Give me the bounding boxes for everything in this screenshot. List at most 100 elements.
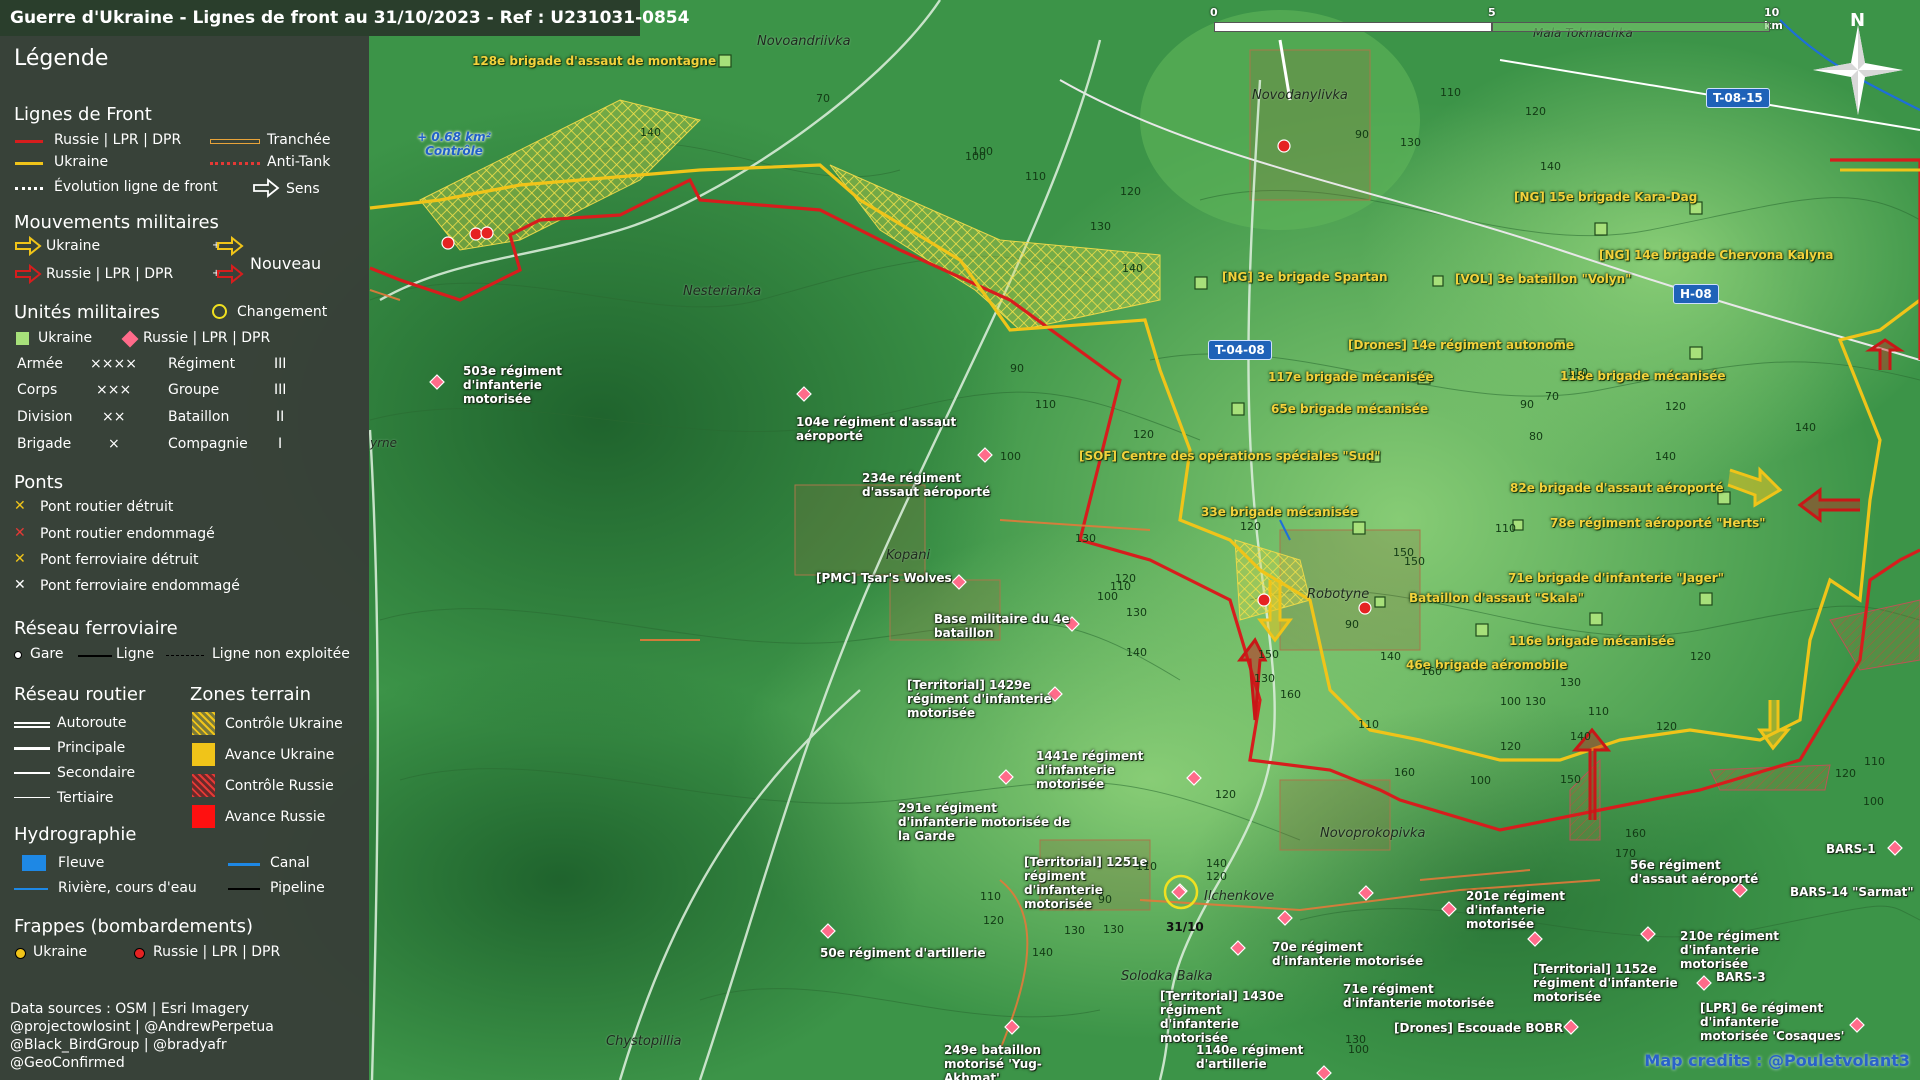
ru-unit-label[interactable]: Base militaire du 4e bataillon (934, 612, 1074, 640)
legend-russia-line-label: Russie | LPR | DPR (54, 132, 182, 148)
elevation-label: 100 (965, 150, 986, 163)
rail-line-icon (78, 655, 112, 657)
ru-unit-label[interactable]: 1441e régiment d'infanterie motorisée (1036, 749, 1186, 791)
legend-unit-ukraine-label: Ukraine (38, 330, 93, 346)
river-icon (14, 888, 48, 890)
road-secondary-icon (14, 772, 50, 774)
legend-evolution-icon (15, 187, 43, 190)
legend-antitank-icon (210, 162, 260, 165)
ru-unit-label[interactable]: 71e régiment d'infanterie motorisée (1343, 982, 1513, 1010)
ua-unit-label[interactable]: 117e brigade mécanisée (1268, 370, 1434, 384)
data-sources: Data sources : OSM | Esri Imagery @proje… (10, 1000, 274, 1072)
ru-unit-label[interactable]: [Territorial] 1152e régiment d'infanteri… (1533, 962, 1683, 1004)
legend-hydro-label: Fleuve (58, 855, 105, 871)
legend-ukraine-line-icon (15, 162, 43, 165)
legend-evolution-label: Évolution ligne de front (54, 179, 218, 195)
elevation-label: 110 (1136, 860, 1157, 873)
ua-unit-label[interactable]: [SOF] Centre des opérations spéciales "S… (1079, 449, 1381, 463)
ua-unit-label[interactable]: [NG] 14e brigade Chervona Kalyna (1599, 248, 1834, 262)
ua-unit-label[interactable]: 82e brigade d'assaut aéroporté (1510, 481, 1723, 495)
rail-unused-icon (166, 655, 204, 656)
ru-unit-label[interactable]: BARS-1 (1826, 842, 1876, 856)
road-badge: T-08-15 (1706, 88, 1770, 108)
elevation-label: 140 (1122, 262, 1143, 275)
echelon-symbol: ×××× (90, 356, 137, 372)
ru-unit-label[interactable]: BARS-3 (1716, 970, 1766, 984)
legend-bridges-heading: Ponts (14, 472, 64, 493)
legend-road-label: Tertiaire (57, 790, 114, 806)
ru-unit-label[interactable]: 104e régiment d'assaut aéroporté (796, 415, 966, 443)
ua-unit-label[interactable]: Bataillon d'assaut "Skala" (1409, 591, 1584, 605)
ru-unit-label[interactable]: BARS-14 "Sarmat" (1790, 885, 1914, 899)
ua-unit-label[interactable]: 65e brigade mécanisée (1271, 402, 1428, 416)
ua-unit-label[interactable]: [Drones] 14e régiment autonome (1348, 338, 1574, 352)
ru-unit-label[interactable]: 503e régiment d'infanterie motorisée (463, 364, 613, 406)
ua-unit-label[interactable]: 78e régiment aéroporté "Herts" (1550, 516, 1766, 530)
road-tertiary-icon (14, 797, 50, 798)
control-gain-annotation: + 0.68 km² Contrôle (414, 130, 494, 158)
echelon-label: Corps (17, 382, 58, 398)
legend-move-russia-label: Russie | LPR | DPR (46, 266, 174, 282)
ru-unit-label[interactable]: 249e bataillon motorisé 'Yug-Akhmat' (944, 1043, 1094, 1080)
ua-unit-label[interactable]: 71e brigade d'infanterie "Jager" (1508, 571, 1724, 585)
elevation-label: 150 (1404, 555, 1425, 568)
zone-russia-control-icon (192, 774, 215, 797)
place-label: Novoprokopivka (1320, 826, 1426, 841)
map-title: Guerre d'Ukraine - Lignes de front au 31… (0, 0, 689, 36)
change-circle-icon (212, 304, 227, 319)
elevation-label: 130 (1400, 136, 1421, 149)
ua-unit-label[interactable]: [NG] 15e brigade Kara-Dag (1514, 190, 1697, 204)
ru-unit-label[interactable]: [Territorial] 1430e régiment d'infanteri… (1160, 989, 1300, 1045)
ru-unit-label[interactable]: 234e régiment d'assaut aéroporté (862, 471, 1022, 499)
ukraine-arrow-icon (14, 235, 42, 260)
elevation-label: 80 (1529, 430, 1543, 443)
map-screen: Novoandriivka Novodanylivka Nesterianka … (0, 0, 1920, 1080)
legend-bridge-label: Pont ferroviaire détruit (40, 552, 199, 568)
ru-unit-label[interactable]: [LPR] 6e régiment d'infanterie motorisée… (1700, 1001, 1850, 1043)
elevation-label: 120 (1215, 788, 1236, 801)
ru-unit-label[interactable]: 50e régiment d'artillerie (820, 946, 986, 960)
elevation-label: 130 (1075, 532, 1096, 545)
place-label: Novoandriivka (757, 34, 851, 49)
elevation-label: 140 (1540, 160, 1561, 173)
ua-unit-label[interactable]: 33e brigade mécanisée (1201, 505, 1358, 519)
ua-unit-label[interactable]: 116e brigade mécanisée (1509, 634, 1675, 648)
elevation-label: 110 (1358, 718, 1379, 731)
ru-unit-label[interactable]: 210e régiment d'infanterie motorisée (1680, 929, 1830, 971)
strike-ukraine-icon (15, 948, 26, 959)
north-label: N (1850, 10, 1866, 31)
place-label: Ilchenkove (1204, 889, 1275, 904)
elevation-label: 120 (1120, 185, 1141, 198)
source-line: @projectowlosint | @AndrewPerpetua (10, 1019, 274, 1035)
scale-bar-green (1492, 22, 1770, 32)
legend-hydro-label: Canal (270, 855, 310, 871)
ua-unit-label[interactable]: 128e brigade d'assaut de montagne (472, 54, 716, 68)
ru-unit-label[interactable]: [PMC] Tsar's Wolves (816, 571, 952, 585)
legend-antitank-label: Anti-Tank (267, 154, 331, 170)
elevation-label: 110 (1495, 522, 1516, 535)
new-ukraine-arrow-icon: + (212, 235, 244, 260)
ru-unit-label[interactable]: 70e régiment d'infanterie motorisée (1272, 940, 1442, 968)
ua-unit-label[interactable]: [NG] 3e brigade Spartan (1222, 270, 1388, 284)
road-badge: T-04-08 (1208, 340, 1272, 360)
legend-movements-heading: Mouvements militaires (14, 212, 219, 233)
ua-unit-label[interactable]: [VOL] 3e bataillon "Volyn" (1455, 272, 1631, 286)
ru-unit-label[interactable]: 1140e régiment d'artillerie (1196, 1043, 1336, 1071)
elevation-label: 160 (1421, 665, 1442, 678)
legend-zone-label: Avance Russie (225, 809, 326, 825)
road-highway-icon (14, 722, 50, 728)
ru-unit-label[interactable]: 56e régiment d'assaut aéroporté (1630, 858, 1780, 886)
legend-front-heading: Lignes de Front (14, 104, 152, 125)
ru-unit-label[interactable]: 201e régiment d'infanterie motorisée (1466, 889, 1616, 931)
elevation-label: 100 (1000, 450, 1021, 463)
ru-unit-label[interactable]: [Territorial] 1429e régiment d'infanteri… (907, 678, 1057, 720)
elevation-label: 90 (1345, 618, 1359, 631)
elevation-label: 120 (1835, 767, 1856, 780)
elevation-label: 130 (1525, 695, 1546, 708)
legend-station-label: Gare (30, 646, 64, 662)
pipeline-icon (228, 888, 260, 890)
ru-unit-label[interactable]: 291e régiment d'infanterie motorisée de … (898, 801, 1078, 843)
elevation-label: 100 (1097, 590, 1118, 603)
ru-unit-label[interactable]: [Drones] Escouade BOBR (1394, 1021, 1563, 1035)
elevation-label: 90 (1098, 893, 1112, 906)
